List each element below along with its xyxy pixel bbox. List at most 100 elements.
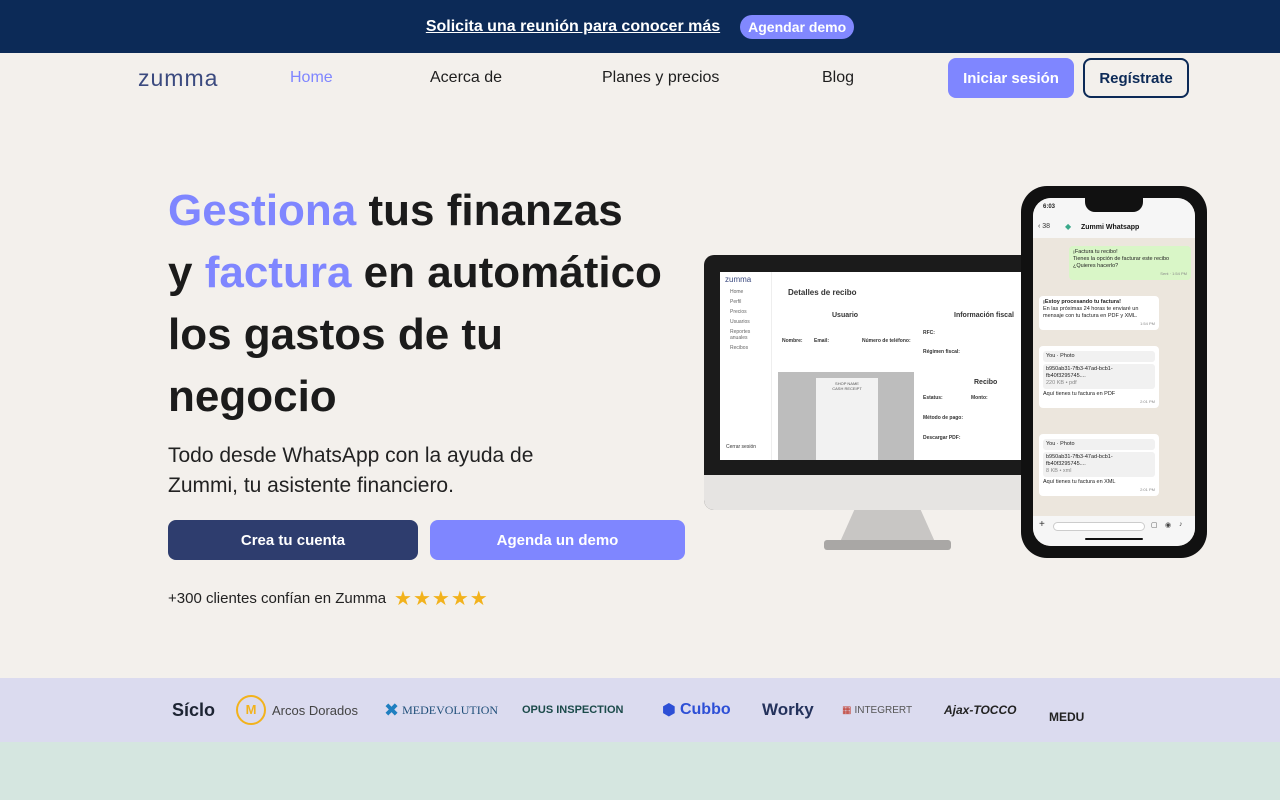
- client-logo-arcos-dorados-label: Arcos Dorados: [272, 702, 358, 718]
- microphone-icon[interactable]: ♪: [1179, 521, 1183, 528]
- msg-in-1-title: ¡Estoy procesando tu factura!: [1043, 299, 1121, 305]
- mock-sidebar-item: Recibos: [730, 345, 749, 351]
- announcement-link[interactable]: Solicita una reunión para conocer más: [426, 18, 720, 36]
- chat-file-bubble-pdf: You · Photo b950ab31-7fb3-47ad-bcb1-fb40…: [1039, 346, 1159, 408]
- nav-item-blog[interactable]: Blog: [822, 69, 854, 87]
- mock-page-title: Detalles de recibo: [788, 288, 857, 297]
- hero-title-accent-2: factura: [204, 248, 352, 297]
- mock-sidebar-item: Perfil: [730, 299, 742, 305]
- reply-type: Photo: [1060, 441, 1075, 447]
- file-attachment[interactable]: b950ab31-7fb3-47ad-bcb1-fb40f3295745....…: [1043, 452, 1155, 477]
- next-section-strip: [0, 742, 1280, 800]
- client-logo-integrert: ▦ INTEGRERT: [842, 678, 912, 742]
- hero-title-line4: negocio: [168, 372, 337, 421]
- chat-bubble-outgoing: ¡Factura tu recibo! Tienes la opción de …: [1069, 246, 1191, 280]
- client-logo-ajax-tocco: Ajax-TOCCO: [944, 703, 1017, 717]
- desktop-screen: zumma Home Perfil Precios Usuarios Repor…: [720, 272, 1026, 460]
- file-attachment[interactable]: b950ab31-7fb3-47ad-bcb1-fb40f3295745....…: [1043, 364, 1155, 389]
- reply-quote: You · Photo: [1043, 439, 1155, 450]
- hero-title: Gestiona tus finanzas y factura en autom…: [168, 180, 688, 428]
- msg-in-1-time: 1:54 PM: [1140, 321, 1155, 326]
- file-time: 2:01 PM: [1140, 487, 1155, 492]
- schedule-demo-button[interactable]: Agenda un demo: [430, 520, 685, 560]
- receipt-paper: SHOP NAME CASH RECEIPT: [816, 378, 878, 460]
- chat-input-bar: + ▢ ◉ ♪: [1033, 516, 1195, 546]
- phone-time: 6:03: [1043, 204, 1056, 210]
- file-name: b950ab31-7fb3-47ad-bcb1-fb40f3295745....: [1046, 454, 1113, 467]
- rating-stars-icon: ★★★★★: [394, 588, 489, 610]
- reply-author: You: [1046, 441, 1056, 447]
- mock-receipt-image: SHOP NAME CASH RECEIPT: [778, 372, 914, 460]
- client-logo-medu: MEDU: [1049, 710, 1085, 724]
- register-button[interactable]: Regístrate: [1083, 58, 1189, 98]
- mock-sidebar-item: Home: [730, 289, 744, 295]
- mock-label-phone: Número de teléfono:: [862, 338, 911, 344]
- mock-sidebar: zumma Home Perfil Precios Usuarios Repor…: [720, 272, 772, 460]
- reply-quote: You · Photo: [1043, 351, 1155, 362]
- hero-title-line1: tus finanzas: [356, 186, 623, 235]
- hero-title-line2: en automático: [351, 248, 662, 297]
- chat-avatar-icon: ◆: [1065, 222, 1072, 231]
- nav-item-home[interactable]: Home: [290, 69, 333, 87]
- plus-icon[interactable]: +: [1039, 519, 1045, 530]
- login-button[interactable]: Iniciar sesión: [948, 58, 1074, 98]
- file-caption: Aquí tienes tu factura en XML: [1043, 479, 1116, 485]
- chat-file-bubble-xml: You · Photo b950ab31-7fb3-47ad-bcb1-fb40…: [1039, 434, 1159, 496]
- hero-subtitle: Todo desde WhatsApp con la ayuda de Zumm…: [168, 444, 534, 497]
- sticker-icon[interactable]: ▢: [1151, 521, 1158, 529]
- nav-item-pricing[interactable]: Planes y precios: [602, 69, 719, 87]
- mock-label-amount: Monto:: [971, 395, 988, 401]
- chat-bubble-incoming: ¡Estoy procesando tu factura! En las pró…: [1039, 296, 1159, 330]
- client-logo-integrert-label: INTEGRERT: [854, 704, 913, 716]
- trust-text: +300 clientes confían en Zumma: [168, 590, 387, 607]
- mock-label-name: Nombre:: [782, 338, 803, 344]
- client-logo-cubbo: ⬢ Cubbo: [662, 678, 731, 742]
- reply-type: Photo: [1060, 353, 1075, 359]
- msg-in-1-body: En las próximas 24 horas te enviaré un m…: [1043, 306, 1139, 319]
- client-logos-strip: Síclo M Arcos Dorados ✖ MEDEVOLUTION OPU…: [0, 678, 1280, 742]
- create-account-button[interactable]: Crea tu cuenta: [168, 520, 418, 560]
- file-meta: 220 KB • pdf: [1046, 380, 1077, 386]
- mock-section-user: Usuario: [832, 312, 859, 319]
- monitor-chin: [704, 475, 1034, 510]
- hero-title-line2-start: y: [168, 248, 205, 297]
- nav-item-about[interactable]: Acerca de: [430, 69, 502, 87]
- mock-logout: Cerrar sesión: [726, 444, 757, 450]
- back-count: 38: [1042, 223, 1051, 230]
- msg-out-body: Tienes la opción de facturar este recibo…: [1073, 256, 1170, 269]
- msg-out-sent: Sent: [1160, 271, 1169, 276]
- mock-section-receipt: Recibo: [974, 379, 998, 386]
- camera-icon[interactable]: ◉: [1165, 521, 1171, 529]
- msg-out-title: ¡Factura tu recibo!: [1073, 249, 1118, 255]
- zumma-logo[interactable]: zumma: [138, 65, 218, 92]
- message-input[interactable]: [1053, 522, 1145, 531]
- trust-line: +300 clientes confían en Zumma ★★★★★: [168, 586, 489, 611]
- client-logo-opus: OPUS INSPECTION: [522, 704, 624, 716]
- phone-notch: [1085, 198, 1143, 212]
- reply-author: You: [1046, 353, 1056, 359]
- client-logo-cubbo-label: Cubbo: [679, 701, 731, 718]
- mock-sidebar-item: Precios: [730, 309, 747, 315]
- phone-mockup: 6:03 ‹ 38 ◆ Zummi Whatsapp ¡Factura tu r…: [1021, 186, 1207, 558]
- mock-logo: zumma: [725, 275, 752, 284]
- client-logo-medevolution: ✖ MEDEVOLUTION: [384, 678, 498, 742]
- phone-screen: 6:03 ‹ 38 ◆ Zummi Whatsapp ¡Factura tu r…: [1033, 198, 1195, 546]
- msg-out-time: 1:54 PM: [1172, 271, 1187, 276]
- arcos-dorados-icon: M: [236, 695, 266, 725]
- file-time: 2:01 PM: [1140, 399, 1155, 404]
- mock-sidebar-item: Reportes anuales: [730, 329, 751, 341]
- client-logo-siclo: Síclo: [172, 699, 216, 720]
- main-nav: zumma Home Acerca de Planes y precios Bl…: [0, 53, 1280, 103]
- file-name: b950ab31-7fb3-47ad-bcb1-fb40f3295745....: [1046, 366, 1113, 379]
- schedule-demo-pill-button[interactable]: Agendar demo: [740, 14, 855, 39]
- announcement-bar: Solicita una reunión para conocer más Ag…: [0, 0, 1280, 53]
- medevolution-icon: ✖: [384, 699, 400, 720]
- mock-sidebar-item: Usuarios: [730, 319, 750, 325]
- mock-label-regimen: Régimen fiscal:: [923, 349, 960, 355]
- cubbo-icon: ⬢: [662, 702, 676, 719]
- mock-label-status: Estatus:: [923, 395, 943, 401]
- file-meta: 8 KB • xml: [1046, 468, 1072, 474]
- client-logo-worky: Worky: [762, 700, 814, 719]
- mock-label-download: Descargar PDF:: [923, 435, 961, 441]
- mock-section-fiscal: Información fiscal: [954, 312, 1014, 319]
